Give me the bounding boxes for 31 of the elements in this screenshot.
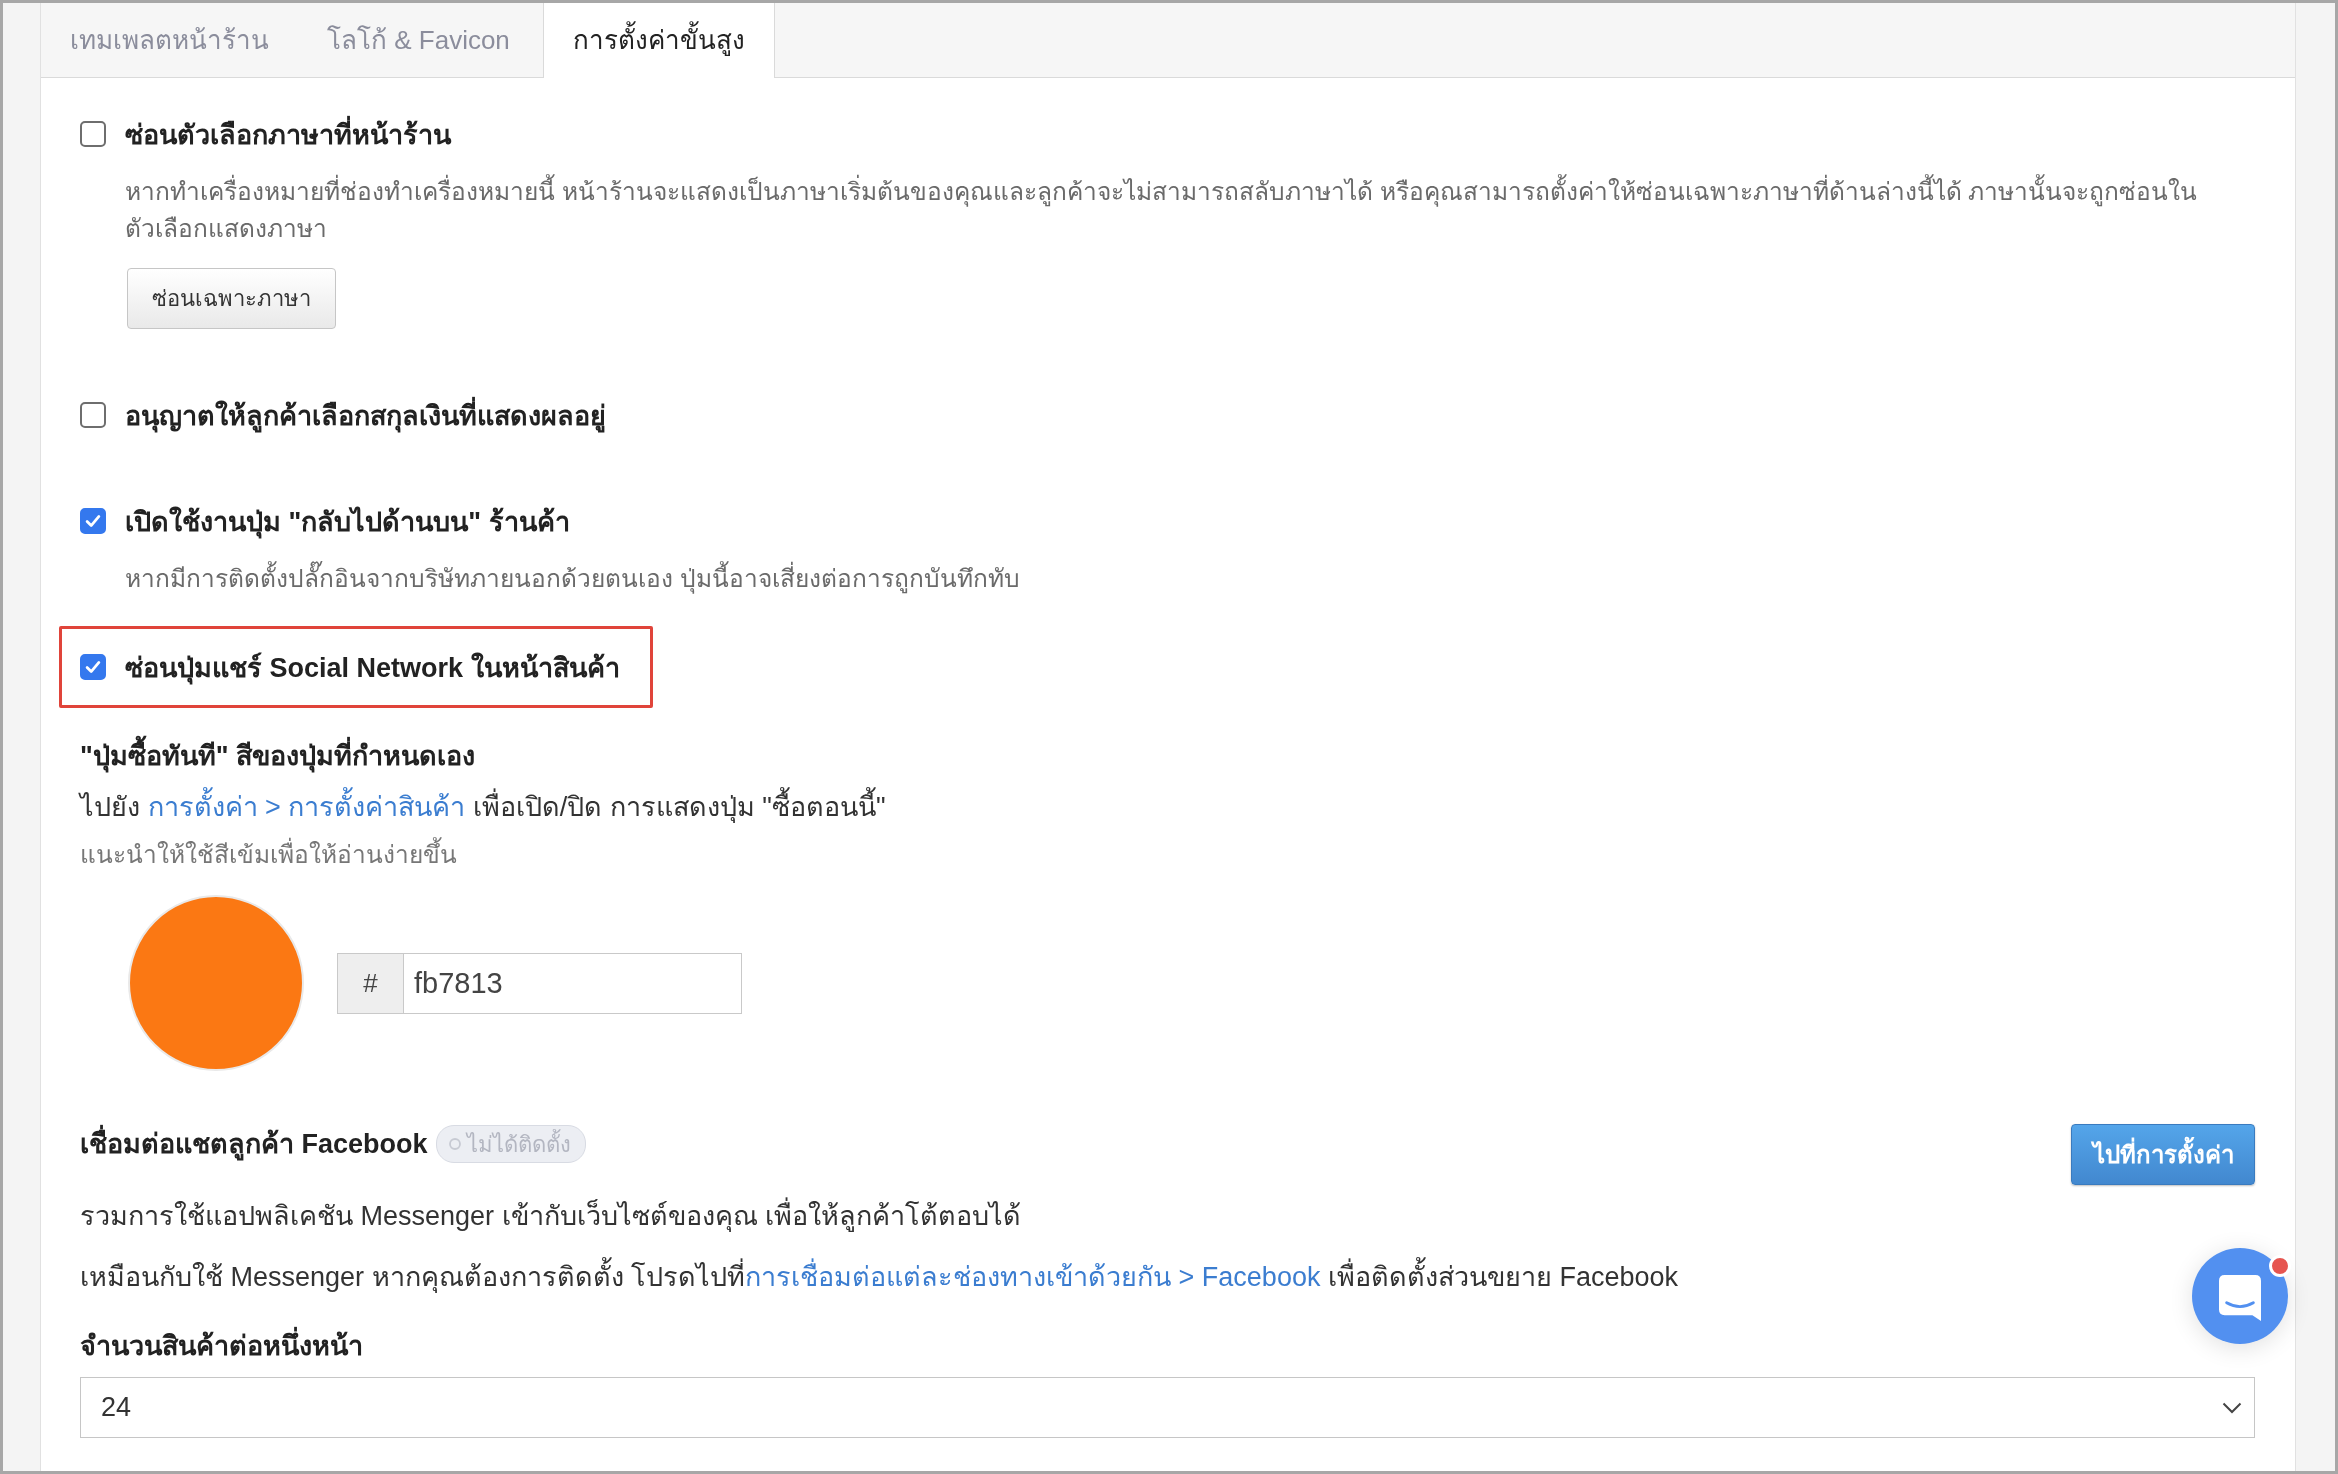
checkbox[interactable] <box>80 121 106 147</box>
settings-link[interactable]: การตั้งค่า > การตั้งค่าสินค้า <box>147 787 466 827</box>
chevron-down-icon <box>2222 1401 2242 1414</box>
hint-text: แนะนำให้ใช้สีเข้มเพื่อให้อ่านง่ายขึ้น <box>80 834 457 876</box>
option-description: หากมีการติดตั้งปลั๊กอินจากบริษัทภายนอกด้วยตนเอง ปุ่มนี้อาจเสี่ยงต่อการถูกบันทึกทับ <box>125 560 1020 597</box>
description-text: รวมการใช้แอปพลิเคชัน Messenger เข้ากับเว็บไซต์ของคุณ เพื่อให้ลูกค้าโต้ตอบได้ <box>80 1196 1022 1236</box>
field-label: จำนวนสินค้าต่อหนึ่งหน้า <box>80 1326 363 1366</box>
status-ring-icon <box>448 1138 461 1150</box>
checkbox[interactable] <box>80 402 106 428</box>
section-heading: "ปุ่มซื้อทันที" สีของปุ่มที่กำหนดเอง <box>80 732 476 780</box>
tab[interactable]: เทมเพลตหน้าร้าน <box>41 3 298 77</box>
option-label: เปิดใช้งานปุ่ม "กลับไปด้านบน" ร้านค้า <box>125 505 570 541</box>
tab[interactable]: การตั้งค่าขั้นสูง <box>542 3 775 78</box>
hide-languages-button[interactable]: ซ่อนเฉพาะภาษา <box>127 268 336 329</box>
per-page-select[interactable]: 24 <box>80 1377 2255 1438</box>
option-description: หากทำเครื่องหมายที่ช่องทำเครื่องหมายนี้ หน้าร้านจะแสดงเป็นภาษาเริ่มต้นของคุณและลูกค้าจะไม่สามารถสลับภาษาได้ หรือคุณสามารถตั้งค่าให้ซ่อนเฉพาะภาษาที่ด้านล่างนี้ได้ ภาษานั้นจะถูกซ่อนในตัวเลือกแสดงภาษา <box>125 173 2222 247</box>
go-to-settings-button[interactable]: ไปที่การตั้งค่า <box>2071 1124 2255 1185</box>
option-label: อนุญาตให้ลูกค้าเลือกสกุลเงินที่แสดงผลอยู่ <box>125 393 606 437</box>
instruction-text: ไปยัง การตั้งค่า > การตั้งค่าสินค้า เพื่อเปิด/ปิด การแสดงปุ่ม "ซื้อตอนนี้" <box>80 780 886 834</box>
option-label: ซ่อนปุ่มแชร์ Social Network ในหน้าสินค้า <box>125 651 620 687</box>
instruction-text: เหมือนกับใช้ Messenger หากคุณต้องการติดตั้ง โปรดไปที่การเชื่อมต่อแต่ละช่องทางเข้าด้วยกัน > Facebook เพื่อติดตั้งส่วนขยาย Facebook <box>80 1257 1678 1297</box>
option-label: ซ่อนตัวเลือกภาษาที่หน้าร้าน <box>125 112 451 156</box>
checkbox[interactable] <box>80 508 106 534</box>
checkbox[interactable] <box>80 654 106 680</box>
tab[interactable]: โลโก้ & Favicon <box>298 3 539 77</box>
hex-value-field[interactable]: fb7813 <box>404 952 742 1014</box>
status-text: ไม่ได้ติดตั้ง <box>466 1128 571 1159</box>
section-heading: เชื่อมต่อแชตลูกค้า Facebook <box>80 1124 428 1164</box>
chat-bubble-icon <box>2219 1275 2261 1321</box>
facebook-connect-link[interactable]: การเชื่อมต่อแต่ละช่องทางเข้าด้วยกัน > Facebook <box>745 1257 1321 1297</box>
hash-prefix: # <box>337 952 404 1014</box>
